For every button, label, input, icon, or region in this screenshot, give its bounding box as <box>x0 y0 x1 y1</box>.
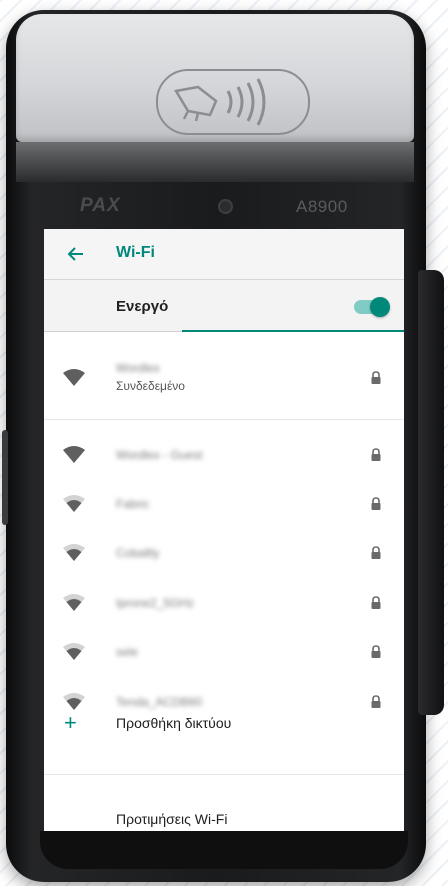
wifi-preferences-label: Προτιμήσεις Wi-Fi <box>116 811 228 827</box>
scan-progress-bar <box>182 330 404 332</box>
app-bar: Wi-Fi <box>44 229 404 279</box>
cap-shadow <box>16 142 414 182</box>
wifi-signal-medium-icon <box>63 495 85 512</box>
side-grip <box>418 270 444 715</box>
network-name: Tenda_ACDB60 <box>116 695 203 709</box>
camera <box>218 199 233 214</box>
page-title: Wi-Fi <box>116 244 155 261</box>
network-name: Cobaltly <box>116 546 160 560</box>
back-button[interactable] <box>64 242 88 266</box>
network-row[interactable]: Wordlex - Guest <box>44 432 404 478</box>
network-name: Fabric <box>116 497 150 511</box>
contactless-icon <box>156 69 310 135</box>
wifi-signal-medium-icon <box>63 594 85 611</box>
network-name: sele <box>116 645 139 659</box>
printer-cap <box>16 14 414 142</box>
lock-icon <box>371 645 381 658</box>
master-switch-label: Ενεργό <box>116 298 169 315</box>
brand-logo: PAX <box>80 195 121 216</box>
arrow-left-icon <box>67 247 83 261</box>
screen: Wi-Fi Ενεργό Wordlex Συνδεδεμένο Wordlex… <box>44 229 404 831</box>
lock-icon <box>371 497 381 510</box>
network-status: Συνδεδεμένο <box>116 379 185 393</box>
network-row[interactable]: Cobaltly <box>44 530 404 576</box>
toggle-thumb <box>370 297 390 317</box>
network-row[interactable]: sele <box>44 629 404 675</box>
network-row[interactable]: Iprone2_5GHz <box>44 580 404 626</box>
add-icon: + <box>64 710 77 735</box>
network-row[interactable]: Wordlex Συνδεδεμένο <box>44 355 404 401</box>
wifi-signal-medium-icon <box>63 693 85 710</box>
divider <box>44 419 404 420</box>
wifi-signal-full-icon <box>63 369 85 386</box>
lock-icon <box>371 596 381 609</box>
bottom-bezel <box>40 831 408 869</box>
lock-icon <box>371 695 381 708</box>
network-name: Wordlex <box>116 361 160 375</box>
wifi-signal-medium-icon <box>63 643 85 660</box>
wifi-toggle[interactable] <box>354 297 390 317</box>
side-button[interactable] <box>2 430 8 525</box>
lock-icon <box>371 371 381 384</box>
lock-icon <box>371 546 381 559</box>
network-row[interactable]: Fabric <box>44 481 404 527</box>
network-name: Iprone2_5GHz <box>116 596 195 610</box>
lock-icon <box>371 448 381 461</box>
network-name: Wordlex - Guest <box>116 448 203 462</box>
add-network-label: Προσθήκη δικτύου <box>116 715 232 731</box>
divider <box>44 774 404 775</box>
wifi-master-switch-row[interactable]: Ενεργό <box>44 280 404 332</box>
wifi-signal-medium-icon <box>63 544 85 561</box>
model-label: A8900 <box>296 197 348 216</box>
wifi-signal-full-icon <box>63 446 85 463</box>
